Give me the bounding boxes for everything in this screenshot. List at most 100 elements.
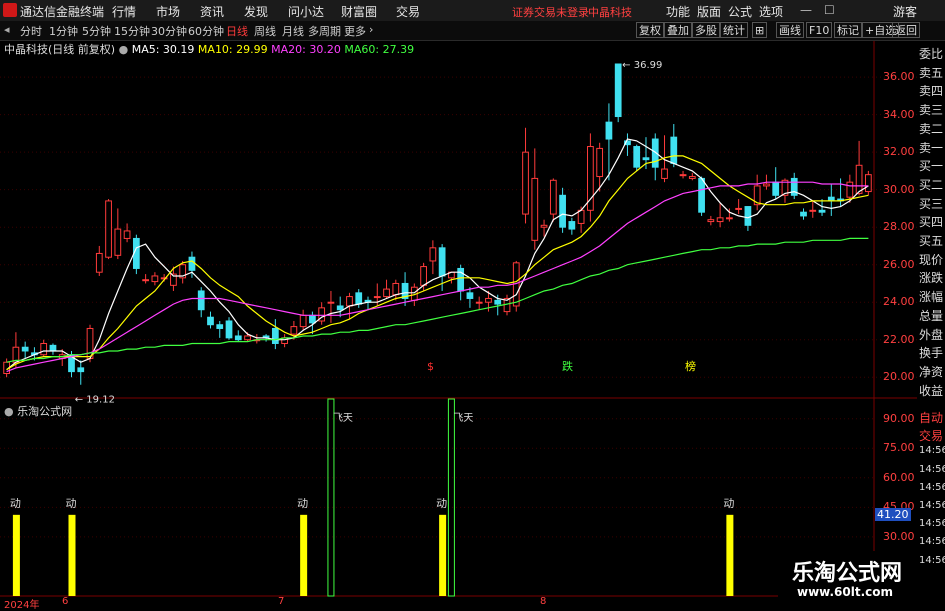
sidebar-item[interactable]: 涨幅 — [919, 288, 943, 305]
sidebar-item[interactable]: 总量 — [919, 307, 943, 324]
candle-body — [49, 344, 57, 352]
sidebar-item[interactable]: 卖一 — [919, 139, 943, 156]
signal-bar-label: 动 — [723, 497, 734, 510]
kline-chart[interactable]: ← 36.99 ← 19.12 $ 跌 榜动 动 动 飞天动 飞天动 — [0, 41, 917, 609]
menu-item-discover[interactable]: 发现 — [244, 3, 268, 20]
signal-bar-label: 动 — [436, 497, 447, 510]
sub-tick: 90.00 — [883, 411, 915, 425]
candle-body — [105, 200, 112, 258]
sidebar-item[interactable]: 涨跌 — [919, 269, 943, 286]
sidebar-item[interactable]: 14:56 — [919, 555, 945, 566]
menu-item-wealth[interactable]: 财富圈 — [341, 3, 377, 20]
sidebar-item[interactable]: 净资 — [919, 363, 943, 380]
candle-body — [531, 177, 539, 241]
chevron-right-icon[interactable]: › — [369, 23, 373, 36]
mark-button[interactable]: 标记 — [834, 22, 862, 38]
menu-item-formula[interactable]: 公式 — [728, 3, 752, 20]
menu-item-layout[interactable]: 版面 — [697, 3, 721, 20]
period-60min[interactable]: 60分钟 — [188, 23, 224, 39]
period-1min[interactable]: 1分钟 — [49, 23, 78, 39]
multi-stock-button[interactable]: 多股 — [692, 22, 720, 38]
candle-body — [142, 279, 149, 282]
menu-item-market[interactable]: 行情 — [112, 3, 136, 20]
menu-item-news[interactable]: 资讯 — [200, 3, 224, 20]
candle-body — [707, 219, 715, 223]
back-arrow-icon[interactable]: ◂ — [4, 23, 10, 36]
sub-value-badge: 41.20 — [875, 507, 911, 521]
candle-body — [568, 221, 576, 230]
draw-line-button[interactable]: 画线 — [776, 22, 804, 38]
sidebar-item[interactable]: 14:56 — [919, 500, 945, 511]
login-status[interactable]: 证券交易未登录 — [512, 4, 589, 20]
period-monthly[interactable]: 月线 — [282, 23, 304, 39]
sub-tick: 30.00 — [883, 529, 915, 543]
minimize-button[interactable]: — — [800, 3, 812, 17]
price-tick: 32.00 — [883, 145, 915, 159]
sidebar-item[interactable]: 现价 — [919, 251, 943, 268]
sidebar-item[interactable]: 卖三 — [919, 101, 943, 118]
guest-label[interactable]: 游客 — [893, 3, 917, 20]
period-multi[interactable]: 多周期 — [308, 23, 341, 39]
signal-bar-label: 动 — [65, 497, 76, 510]
menu-item-function[interactable]: 功能 — [666, 3, 690, 20]
sidebar-item[interactable]: 自动 — [919, 409, 943, 426]
candle-body — [383, 288, 390, 298]
menu-item-ask[interactable]: 问小达 — [288, 3, 324, 20]
sidebar-item[interactable]: 14:56 — [919, 445, 945, 456]
candle-body — [420, 266, 427, 286]
sidebar-item[interactable]: 换手 — [919, 344, 943, 361]
sidebar-item[interactable]: 买五 — [919, 232, 943, 249]
sidebar-item[interactable]: 收益 — [919, 382, 943, 399]
period-15min[interactable]: 15分钟 — [114, 23, 150, 39]
menu-item-markets[interactable]: 市场 — [156, 3, 180, 20]
period-5min[interactable]: 5分钟 — [82, 23, 111, 39]
sidebar-item[interactable]: 卖二 — [919, 120, 943, 137]
period-more[interactable]: 更多 — [344, 23, 366, 39]
candle-body — [763, 183, 770, 187]
adjust-button[interactable]: 复权 — [636, 22, 664, 38]
period-weekly[interactable]: 周线 — [254, 23, 276, 39]
date-tick: 8 — [540, 596, 547, 607]
sidebar-item[interactable]: 买一 — [919, 157, 943, 174]
window-icon[interactable]: ☐ — [824, 3, 835, 17]
candle-body — [336, 305, 344, 311]
candle-body — [290, 326, 298, 335]
candle-body — [475, 301, 483, 304]
candle-body — [846, 181, 854, 198]
candle-body — [466, 292, 474, 299]
sidebar-item[interactable]: 交易 — [919, 427, 943, 444]
signal-label: 跌 — [562, 359, 573, 373]
sidebar-item[interactable]: 14:56 — [919, 482, 945, 493]
sidebar-item[interactable]: 委比 — [919, 45, 943, 62]
menu-item-trade[interactable]: 交易 — [396, 3, 420, 20]
overlay-button[interactable]: 叠加 — [664, 22, 692, 38]
period-daily[interactable]: 日线 — [226, 23, 248, 39]
sidebar-item[interactable]: 14:56 — [919, 536, 945, 547]
plot-icon-button[interactable]: ⊞ — [752, 22, 768, 38]
back-button[interactable]: 返回 — [892, 22, 920, 38]
sidebar-item[interactable]: 14:56 — [919, 464, 945, 475]
period-30min[interactable]: 30分钟 — [151, 23, 187, 39]
settings-icon[interactable]: ● — [4, 405, 17, 418]
feitian-label: 飞天 — [333, 413, 353, 424]
sidebar-item[interactable]: 14:56 — [919, 518, 945, 529]
sidebar-item[interactable]: 卖四 — [919, 82, 943, 99]
sidebar-item[interactable]: 卖五 — [919, 64, 943, 81]
candle-body — [614, 63, 622, 118]
candle-body — [151, 275, 159, 283]
f10-button[interactable]: F10 — [806, 22, 833, 38]
statistics-button[interactable]: 统计 — [720, 22, 748, 38]
price-tick: 30.00 — [883, 182, 915, 196]
app-title: 通达信金融终端 — [20, 5, 105, 19]
menu-bar: 通达信金融终端 行情 市场 资讯 发现 问小达 财富圈 交易 证券交易未登录 中… — [0, 0, 945, 22]
sidebar-item[interactable]: 买四 — [919, 213, 943, 230]
sidebar-item[interactable]: 外盘 — [919, 326, 943, 343]
signal-bar — [300, 514, 308, 596]
price-tick: 28.00 — [883, 220, 915, 234]
sidebar-item[interactable]: 买二 — [919, 176, 943, 193]
menu-item-options[interactable]: 选项 — [759, 3, 783, 20]
candle-body — [577, 209, 585, 224]
sidebar-item[interactable]: 买三 — [919, 195, 943, 212]
period-intraday[interactable]: 分时 — [20, 23, 42, 39]
date-tick: 7 — [278, 596, 285, 607]
